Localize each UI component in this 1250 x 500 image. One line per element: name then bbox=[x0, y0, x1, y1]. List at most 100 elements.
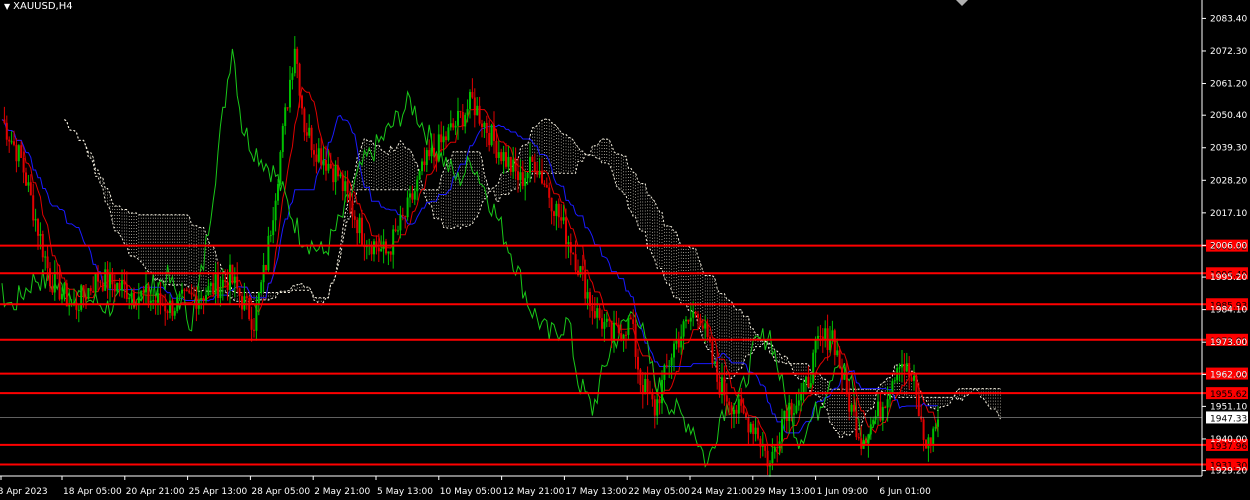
candle-body bbox=[89, 288, 92, 291]
candle-body bbox=[17, 145, 20, 162]
candles bbox=[3, 36, 939, 477]
candle-body bbox=[164, 305, 167, 312]
candle-body bbox=[183, 289, 186, 291]
candle-body bbox=[53, 271, 56, 293]
candle-body bbox=[934, 426, 937, 429]
candle-body bbox=[301, 95, 303, 109]
candle-body bbox=[401, 214, 404, 217]
symbol-timeframe-label: XAUUSD,H4 bbox=[13, 1, 73, 12]
candle-body bbox=[901, 364, 903, 368]
chart-title: ▼ XAUUSD,H4 bbox=[4, 1, 73, 12]
candle-body bbox=[632, 319, 635, 325]
candle-body bbox=[514, 159, 517, 172]
candle-body bbox=[296, 48, 299, 64]
candle-body bbox=[838, 350, 841, 368]
candle-body bbox=[869, 424, 872, 435]
y-tick-label: 2006.00 bbox=[1210, 241, 1247, 251]
candle-body bbox=[109, 272, 111, 289]
candle-body bbox=[61, 293, 63, 300]
candle-body bbox=[8, 139, 11, 142]
dropdown-triangle-icon[interactable]: ▼ bbox=[4, 2, 10, 11]
candle-body bbox=[5, 122, 8, 140]
candle-body bbox=[289, 79, 291, 108]
candle-body bbox=[915, 375, 918, 395]
candle-body bbox=[267, 235, 270, 271]
candle-body bbox=[644, 378, 647, 395]
candle-body bbox=[113, 284, 116, 292]
candle-body bbox=[795, 405, 798, 414]
x-tick-label: 6 Jun 01:00 bbox=[879, 487, 931, 497]
candle-body bbox=[913, 375, 915, 381]
candle-body bbox=[507, 156, 510, 167]
candle-body bbox=[531, 156, 534, 162]
candle-body bbox=[867, 434, 870, 444]
candle-body bbox=[713, 361, 716, 364]
x-tick-label: 29 May 13:00 bbox=[754, 487, 816, 497]
candle-body bbox=[133, 292, 135, 304]
candle-body bbox=[226, 282, 229, 290]
candle-body bbox=[493, 124, 495, 141]
horizontal-levels[interactable]: 2005.921996.491985.931973.811962.291955.… bbox=[0, 239, 1248, 472]
candle-body bbox=[243, 296, 246, 310]
candle-body bbox=[413, 191, 416, 200]
candle-body bbox=[519, 172, 522, 181]
candle-body bbox=[147, 285, 150, 303]
candle-body bbox=[615, 322, 618, 325]
candle-body bbox=[181, 289, 183, 294]
candle-body bbox=[603, 321, 606, 329]
candle-body bbox=[860, 438, 863, 449]
candle-body bbox=[77, 309, 80, 311]
candle-body bbox=[454, 125, 457, 128]
candle-body bbox=[92, 290, 95, 293]
candle-body bbox=[848, 392, 851, 412]
candle-body bbox=[219, 287, 222, 298]
candle-body bbox=[509, 156, 512, 172]
candle-body bbox=[106, 269, 109, 289]
candle-body bbox=[553, 211, 555, 216]
candle-body bbox=[447, 127, 450, 141]
candle-body bbox=[581, 266, 584, 270]
candle-body bbox=[397, 230, 399, 232]
candle-body bbox=[639, 369, 642, 386]
scroll-marker-icon[interactable] bbox=[956, 0, 968, 6]
candle-body bbox=[32, 195, 35, 221]
candle-body bbox=[387, 251, 390, 254]
candle-body bbox=[10, 141, 13, 143]
y-tick-label: 2050.40 bbox=[1210, 111, 1247, 121]
y-tick-label: 1929.20 bbox=[1210, 467, 1247, 477]
candle-body bbox=[704, 323, 707, 329]
candle-body bbox=[922, 419, 925, 440]
candle-body bbox=[680, 336, 683, 348]
candle-body bbox=[814, 340, 817, 353]
candle-body bbox=[404, 216, 407, 218]
candle-body bbox=[656, 399, 659, 416]
candle-body bbox=[101, 282, 104, 291]
candle-body bbox=[747, 417, 750, 433]
candle-body bbox=[322, 159, 325, 166]
candle-body bbox=[459, 110, 462, 112]
candle-body bbox=[781, 419, 783, 442]
candle-body bbox=[425, 150, 428, 166]
candle-body bbox=[670, 357, 673, 366]
candle-body bbox=[166, 311, 169, 313]
candle-body bbox=[238, 288, 241, 297]
x-tick-label: 12 May 21:00 bbox=[503, 487, 565, 497]
candle-body bbox=[793, 413, 795, 415]
candle-body bbox=[193, 294, 195, 296]
candle-body bbox=[152, 300, 155, 302]
candle-body bbox=[229, 264, 231, 290]
candle-body bbox=[430, 147, 433, 157]
candle-body bbox=[37, 219, 39, 236]
candle-body bbox=[13, 141, 15, 145]
candle-body bbox=[716, 361, 719, 382]
candle-body bbox=[46, 256, 49, 269]
candle-body bbox=[483, 122, 486, 128]
candle-body bbox=[87, 288, 90, 300]
candle-body bbox=[728, 401, 731, 406]
price-chart[interactable]: 2005.921996.491985.931973.811962.291955.… bbox=[0, 0, 1250, 500]
candle-body bbox=[293, 48, 296, 74]
candle-body bbox=[910, 377, 913, 381]
x-tick-label: 13 Apr 2023 bbox=[0, 487, 48, 497]
candle-body bbox=[845, 372, 848, 393]
candle-body bbox=[416, 179, 419, 192]
